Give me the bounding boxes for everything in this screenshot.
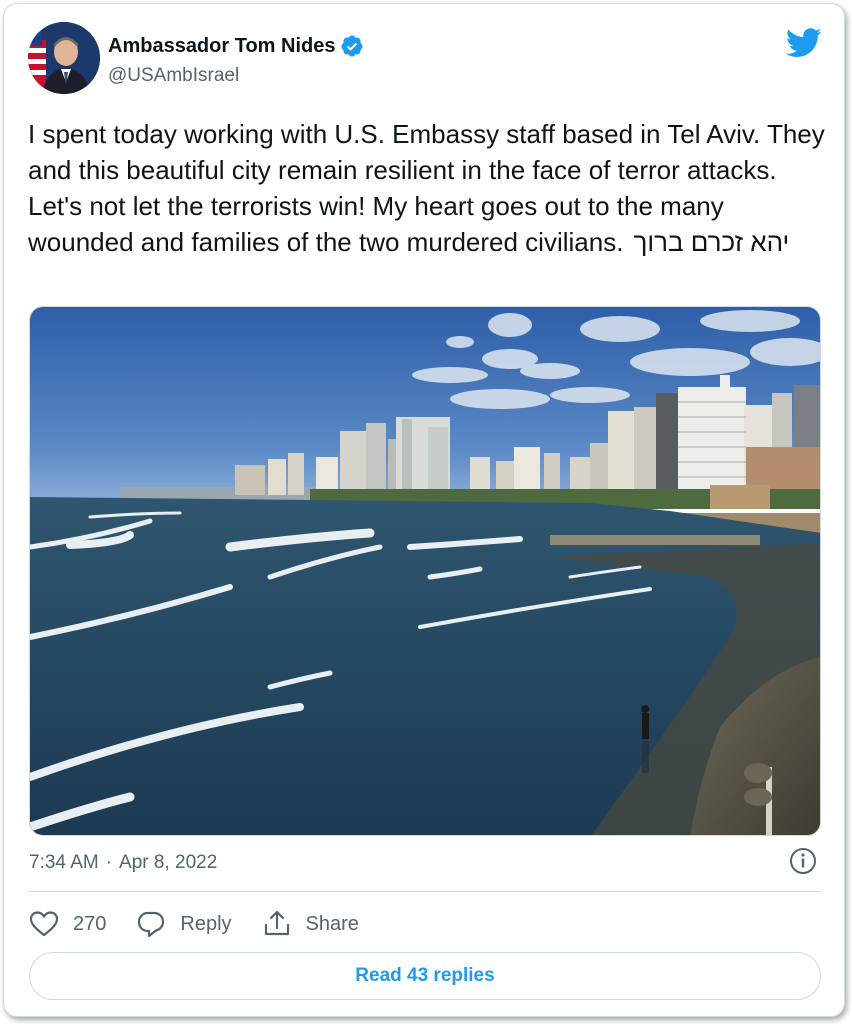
timestamp-separator: · [105,852,113,873]
photo-tel-aviv-beach [30,307,820,835]
verified-badge-icon [341,35,363,57]
like-button[interactable]: 270 [29,909,106,939]
tweet-actions: 270 Reply Share [29,906,389,942]
like-count: 270 [73,912,107,935]
heart-icon [29,911,59,937]
author-handle[interactable]: @USAmbIsrael [108,65,239,87]
reply-label: Reply [180,912,232,935]
tweet-photo[interactable] [29,306,821,836]
tweet-hebrew-text: יהא זכרם ברוך [633,227,790,257]
author-name-row: Ambassador Tom Nides [108,34,364,58]
reply-button[interactable]: Reply [136,909,232,939]
avatar[interactable] [28,22,100,94]
share-icon [264,910,289,936]
reply-icon [138,911,165,938]
tweet-card: Ambassador Tom Nides @USAmbIsrael I spen… [3,3,845,1017]
tweet-time: 7:34 AM [29,852,99,873]
tweet-header: Ambassador Tom Nides @USAmbIsrael [28,22,828,102]
share-button[interactable]: Share [262,909,359,939]
info-icon[interactable] [788,846,818,876]
tweet-date: Apr 8, 2022 [119,852,218,873]
share-label: Share [305,912,359,935]
tweet-text: I spent today working with U.S. Embassy … [28,116,828,260]
avatar-image [28,22,100,94]
author-display-name[interactable]: Ambassador Tom Nides [108,35,335,58]
read-replies-label: Read 43 replies [355,965,495,986]
twitter-bird-icon[interactable] [786,28,822,58]
tweet-timestamp[interactable]: 7:34 AM · Apr 8, 2022 [29,852,217,874]
divider [29,891,821,892]
read-replies-button[interactable]: Read 43 replies [29,952,821,1000]
